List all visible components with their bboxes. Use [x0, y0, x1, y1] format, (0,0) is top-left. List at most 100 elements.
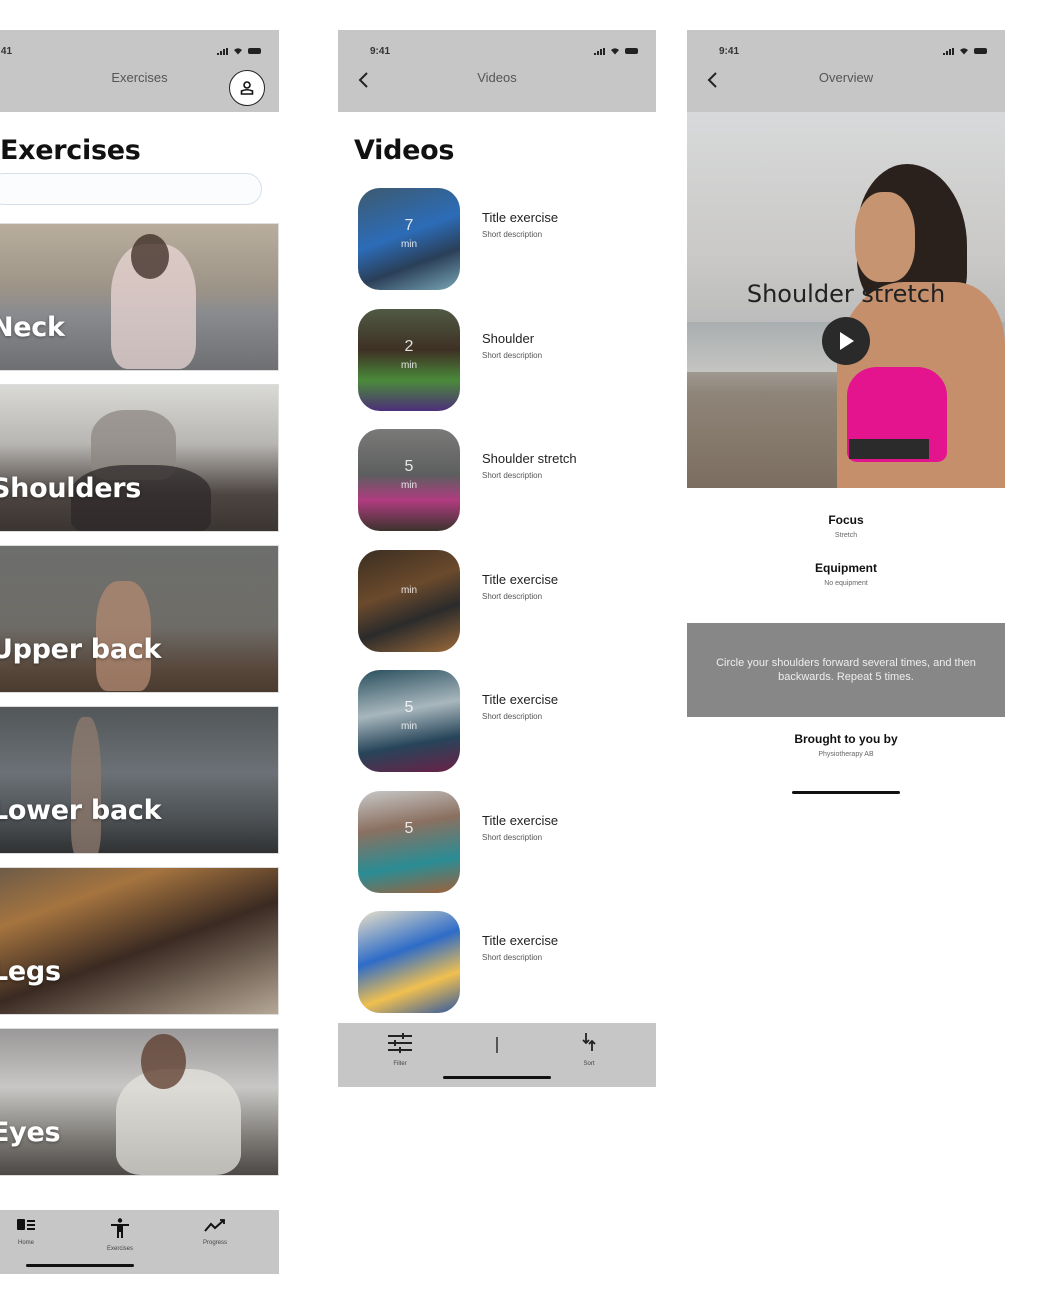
play-button[interactable] — [822, 317, 870, 365]
video-item[interactable]: Title exercise Short description — [358, 911, 648, 1013]
category-label: Neck — [0, 312, 65, 343]
nav-header: 9:41 Exercises — [0, 30, 279, 112]
category-card-upper-back[interactable]: Upper back — [0, 545, 279, 693]
duration-badge: 5 min — [400, 458, 418, 492]
video-title: Shoulder stretch — [746, 280, 946, 308]
card-image — [116, 1069, 241, 1175]
videos-screen: 9:41 Videos Videos 7 min Title exercise S… — [338, 30, 656, 1088]
tab-exercises[interactable]: Exercises — [85, 1218, 155, 1252]
person-icon — [111, 1218, 129, 1238]
bottom-tab-bar: Home Exercises Progress — [0, 1210, 279, 1274]
duration-badge: 5 — [404, 819, 414, 837]
nav-header: 9:41 Overview — [687, 30, 1005, 112]
video-thumbnail — [358, 911, 460, 1013]
category-label: Lower back — [0, 795, 162, 826]
video-player[interactable]: Shoulder stretch — [687, 112, 1005, 488]
system-icons — [217, 47, 261, 55]
focus-label: Focus — [828, 513, 864, 527]
category-card-lower-back[interactable]: Lower back — [0, 706, 279, 854]
battery-icon — [625, 48, 638, 54]
page-title: Videos — [354, 135, 455, 166]
sort-button[interactable]: Sort — [554, 1033, 624, 1067]
home-indicator — [443, 1076, 551, 1079]
video-description: Short description — [482, 953, 543, 962]
toolbar-divider — [496, 1037, 498, 1053]
focus-value: Stretch — [834, 532, 858, 539]
credit-label: Brought to you by — [794, 732, 898, 746]
video-title: Title exercise — [482, 933, 559, 948]
video-thumbnail: 5 min — [358, 670, 460, 772]
system-icons — [594, 47, 638, 55]
nav-header: 9:41 Videos — [338, 30, 656, 112]
sort-label: Sort — [583, 1061, 595, 1067]
video-title: Title exercise — [482, 692, 559, 707]
wifi-icon — [960, 48, 968, 55]
category-card-neck[interactable]: Neck — [0, 223, 279, 371]
video-title: Title exercise — [482, 210, 559, 225]
category-label: Legs — [0, 956, 61, 987]
home-indicator — [26, 1264, 134, 1267]
nav-title: Overview — [818, 70, 874, 85]
nav-title: Videos — [477, 70, 517, 85]
category-list: Neck Shoulders Upper back Lower back Leg… — [0, 223, 279, 1189]
battery-icon — [974, 48, 987, 54]
card-image — [141, 1034, 186, 1089]
hero-image-face — [855, 192, 915, 282]
category-label: Eyes — [0, 1117, 61, 1148]
video-thumbnail: 7 min — [358, 188, 460, 290]
video-description: Short description — [482, 471, 543, 480]
hero-image-band — [849, 439, 929, 459]
instructions-box: Circle your shoulders forward several ti… — [687, 623, 1005, 717]
duration-badge: 2 min — [400, 337, 418, 371]
video-item[interactable]: 7 min Title exercise Short description — [358, 188, 648, 290]
sort-icon — [582, 1033, 596, 1051]
video-description: Short description — [482, 832, 543, 842]
video-title: Shoulder — [482, 330, 535, 346]
search-input[interactable] — [0, 173, 262, 205]
video-title: Title exercise — [482, 812, 559, 828]
category-card-shoulders[interactable]: Shoulders — [0, 384, 279, 532]
tab-label: Progress — [202, 1240, 227, 1246]
video-thumbnail: min — [358, 549, 460, 652]
category-card-legs[interactable]: Legs — [0, 867, 279, 1015]
video-title: Shoulder stretch — [482, 451, 577, 466]
equipment-section: Equipment No equipment — [687, 561, 1005, 587]
category-card-eyes[interactable]: Eyes — [0, 1028, 279, 1176]
card-image — [131, 234, 169, 279]
progress-icon — [204, 1219, 225, 1232]
overview-screen: 9:41 Overview Shoulder stretch Focus Str… — [687, 30, 1005, 810]
category-label: Shoulders — [0, 473, 142, 504]
duration-badge: 7 min — [400, 217, 418, 251]
card-image — [71, 717, 101, 853]
filter-sort-bar: Filter Sort — [338, 1023, 656, 1087]
video-thumbnail: 5 — [358, 790, 460, 893]
status-time: 9:41 — [719, 46, 740, 57]
profile-button[interactable] — [229, 70, 265, 106]
focus-section: Focus Stretch — [687, 513, 1005, 539]
tab-progress[interactable]: Progress — [180, 1218, 250, 1246]
video-item[interactable]: 5 min Shoulder stretch Short description — [358, 429, 648, 531]
tab-home[interactable]: Home — [0, 1218, 61, 1246]
filter-icon — [388, 1033, 412, 1053]
video-item[interactable]: 5 Title exercise Short description — [358, 790, 648, 893]
equipment-value: No equipment — [824, 580, 868, 587]
duration-badge: 5 min — [400, 699, 418, 733]
tab-label: Home — [17, 1240, 34, 1246]
battery-icon — [248, 48, 261, 54]
status-time: 9:41 — [0, 46, 13, 57]
home-icon — [17, 1219, 35, 1230]
video-description: Short description — [482, 230, 543, 239]
home-indicator — [792, 791, 900, 794]
video-item[interactable]: 5 min Title exercise Short description — [358, 670, 648, 772]
wifi-icon — [611, 48, 619, 55]
tab-label: Exercises — [106, 1246, 133, 1252]
filter-button[interactable]: Filter — [365, 1033, 435, 1067]
video-item[interactable]: 2 min Shoulder Short description — [358, 308, 648, 411]
video-thumbnail: 5 min — [358, 429, 460, 531]
category-label: Upper back — [0, 634, 162, 665]
filter-label: Filter — [393, 1061, 407, 1067]
video-item[interactable]: min Title exercise Short description — [358, 549, 648, 652]
signal-icon — [943, 47, 954, 55]
signal-icon — [217, 47, 228, 55]
play-icon — [840, 332, 854, 350]
